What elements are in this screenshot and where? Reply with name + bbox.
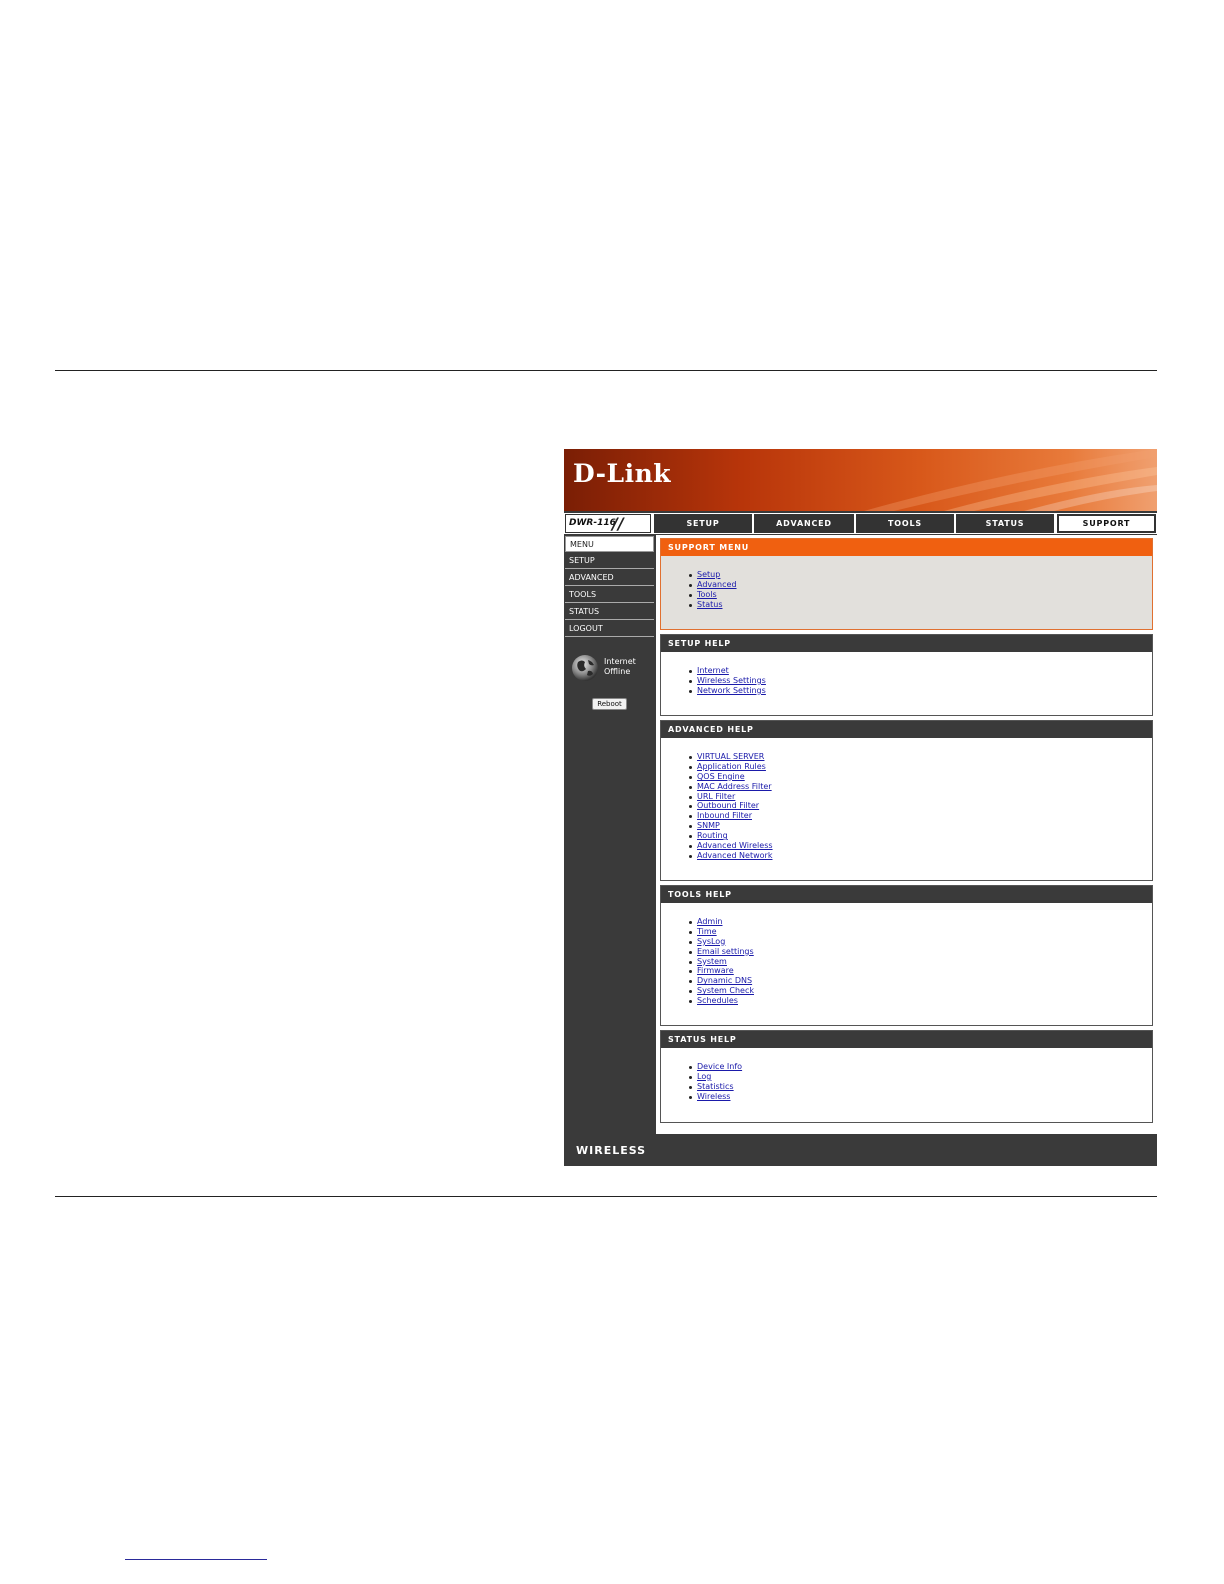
footer-bar: WIRELESS xyxy=(564,1134,1157,1166)
link-url-filter[interactable]: URL Filter xyxy=(689,792,773,802)
sidebar-item-logout[interactable]: LOGOUT xyxy=(565,621,654,637)
link-system-check[interactable]: System Check xyxy=(689,986,754,996)
setup-help-links: Internet Wireless Settings Network Setti… xyxy=(689,666,766,696)
advanced-help-title: ADVANCED HELP xyxy=(661,721,1152,738)
dlink-banner: D-Link xyxy=(564,449,1157,511)
link-snmp[interactable]: SNMP xyxy=(689,821,773,831)
link-outbound-filter[interactable]: Outbound Filter xyxy=(689,801,773,811)
tools-help-panel: TOOLS HELP Admin Time SysLog Email setti… xyxy=(660,885,1153,1026)
sidebar-menu: MENU SETUP ADVANCED TOOLS STATUS LOGOUT … xyxy=(564,535,655,1134)
link-time[interactable]: Time xyxy=(689,927,754,937)
model-name: DWR-116 xyxy=(569,518,616,528)
link-tools[interactable]: Tools xyxy=(689,590,737,600)
tab-status[interactable]: STATUS xyxy=(956,514,1054,533)
bottom-divider xyxy=(55,1196,1157,1197)
support-menu-links: Setup Advanced Tools Status xyxy=(689,570,737,610)
status-help-links: Device Info Log Statistics Wireless xyxy=(689,1062,742,1102)
link-device-info[interactable]: Device Info xyxy=(689,1062,742,1072)
footnote-rule xyxy=(125,1559,267,1560)
tab-support[interactable]: SUPPORT xyxy=(1057,514,1156,533)
wireless-footer-logo: WIRELESS xyxy=(576,1144,647,1157)
link-setup[interactable]: Setup xyxy=(689,570,737,580)
internet-state: Offline xyxy=(604,667,631,676)
setup-help-title: SETUP HELP xyxy=(661,635,1152,652)
sidebar-item-tools[interactable]: TOOLS xyxy=(565,587,654,603)
link-routing[interactable]: Routing xyxy=(689,831,773,841)
status-help-panel: STATUS HELP Device Info Log Statistics W… xyxy=(660,1030,1153,1123)
tools-help-title: TOOLS HELP xyxy=(661,886,1152,903)
link-status[interactable]: Status xyxy=(689,600,737,610)
advanced-help-links: VIRTUAL SERVER Application Rules QOS Eng… xyxy=(689,752,773,861)
link-email-settings[interactable]: Email settings xyxy=(689,947,754,957)
dlink-logo: D-Link xyxy=(573,459,672,488)
globe-icon xyxy=(572,655,598,681)
sidebar-item-menu[interactable]: MENU xyxy=(565,536,654,552)
reboot-button[interactable]: Reboot xyxy=(592,698,627,710)
link-system[interactable]: System xyxy=(689,957,754,967)
internet-status: Internet Offline xyxy=(604,657,636,677)
link-dynamic-dns[interactable]: Dynamic DNS xyxy=(689,976,754,986)
tab-setup[interactable]: SETUP xyxy=(654,514,752,533)
advanced-help-panel: ADVANCED HELP VIRTUAL SERVER Application… xyxy=(660,720,1153,881)
link-syslog[interactable]: SysLog xyxy=(689,937,754,947)
link-advanced-wireless[interactable]: Advanced Wireless xyxy=(689,841,773,851)
support-menu-title: SUPPORT MENU xyxy=(661,539,1152,556)
link-schedules[interactable]: Schedules xyxy=(689,996,754,1006)
main-content: SUPPORT MENU Setup Advanced Tools Status… xyxy=(656,535,1157,1134)
sidebar-item-advanced[interactable]: ADVANCED xyxy=(565,570,654,586)
link-application-rules[interactable]: Application Rules xyxy=(689,762,773,772)
link-admin[interactable]: Admin xyxy=(689,917,754,927)
sidebar-item-status[interactable]: STATUS xyxy=(565,604,654,620)
model-label: DWR-116 // xyxy=(565,514,651,533)
link-virtual-server[interactable]: VIRTUAL SERVER xyxy=(689,752,773,762)
top-divider xyxy=(55,370,1157,371)
status-help-title: STATUS HELP xyxy=(661,1031,1152,1048)
top-navigation: DWR-116 // SETUP ADVANCED TOOLS STATUS S… xyxy=(564,513,1157,534)
setup-help-panel: SETUP HELP Internet Wireless Settings Ne… xyxy=(660,634,1153,716)
tools-help-links: Admin Time SysLog Email settings System … xyxy=(689,917,754,1006)
link-wireless-settings[interactable]: Wireless Settings xyxy=(689,676,766,686)
tab-advanced[interactable]: ADVANCED xyxy=(754,514,854,533)
sidebar-item-setup[interactable]: SETUP xyxy=(565,553,654,569)
tab-tools[interactable]: TOOLS xyxy=(856,514,954,533)
link-network-settings[interactable]: Network Settings xyxy=(689,686,766,696)
support-menu-panel: SUPPORT MENU Setup Advanced Tools Status xyxy=(660,538,1153,630)
link-firmware[interactable]: Firmware xyxy=(689,966,754,976)
link-statistics[interactable]: Statistics xyxy=(689,1082,742,1092)
link-internet[interactable]: Internet xyxy=(689,666,766,676)
link-advanced-network[interactable]: Advanced Network xyxy=(689,851,773,861)
internet-label: Internet xyxy=(604,657,636,666)
link-log[interactable]: Log xyxy=(689,1072,742,1082)
router-web-ui: D-Link DWR-116 // SETUP ADVANCED TOOLS S… xyxy=(564,449,1157,1166)
link-advanced[interactable]: Advanced xyxy=(689,580,737,590)
link-qos-engine[interactable]: QOS Engine xyxy=(689,772,773,782)
link-mac-address-filter[interactable]: MAC Address Filter xyxy=(689,782,773,792)
link-inbound-filter[interactable]: Inbound Filter xyxy=(689,811,773,821)
link-wireless[interactable]: Wireless xyxy=(689,1092,742,1102)
slash-decoration-icon: // xyxy=(612,514,624,533)
